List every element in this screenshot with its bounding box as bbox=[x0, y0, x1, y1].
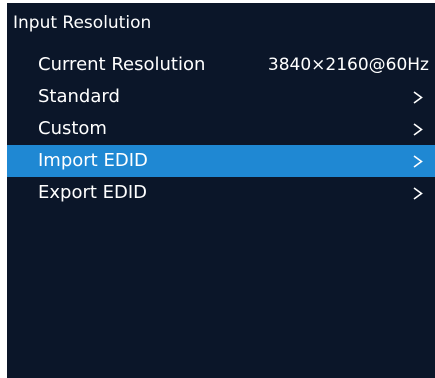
chevron-right-icon bbox=[413, 91, 423, 104]
menu-list: Current Resolution 3840×2160@60Hz Standa… bbox=[7, 49, 435, 209]
menu-item-label: Current Resolution bbox=[38, 54, 206, 75]
menu-item-label: Export EDID bbox=[38, 182, 148, 203]
chevron-right-icon bbox=[413, 123, 423, 136]
menu-item-standard[interactable]: Standard bbox=[7, 81, 435, 113]
osd-menu-screen: Input Resolution Current Resolution 3840… bbox=[7, 3, 435, 378]
menu-item-import-edid[interactable]: Import EDID bbox=[7, 145, 435, 177]
menu-item-label: Custom bbox=[38, 118, 107, 139]
menu-title: Input Resolution bbox=[13, 13, 152, 33]
chevron-right-icon bbox=[413, 155, 423, 168]
menu-item-label: Standard bbox=[38, 86, 120, 107]
chevron-right-icon bbox=[413, 187, 423, 200]
menu-item-custom[interactable]: Custom bbox=[7, 113, 435, 145]
menu-item-export-edid[interactable]: Export EDID bbox=[7, 177, 435, 209]
menu-item-current-resolution[interactable]: Current Resolution 3840×2160@60Hz bbox=[7, 49, 435, 81]
current-resolution-value: 3840×2160@60Hz bbox=[267, 55, 429, 75]
menu-item-label: Import EDID bbox=[38, 150, 148, 171]
